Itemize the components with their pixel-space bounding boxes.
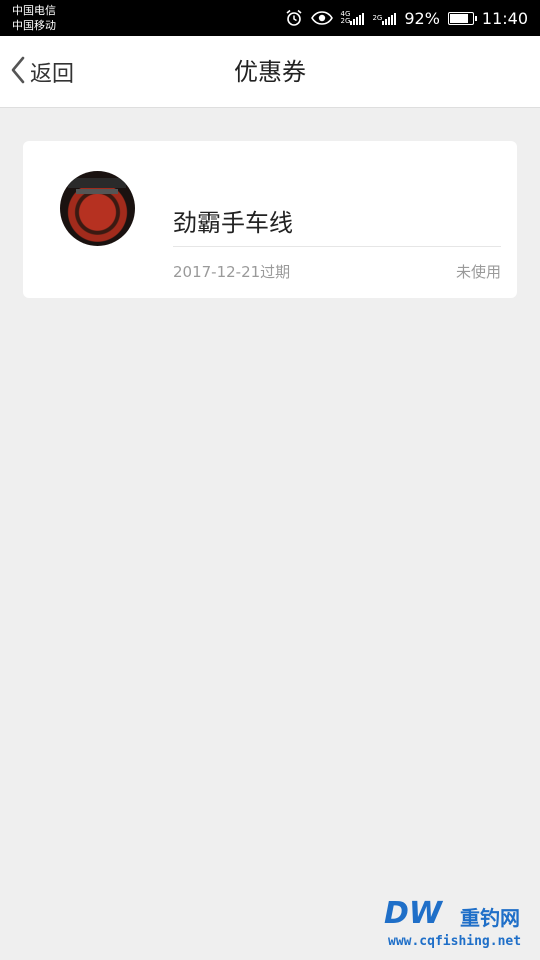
watermark-url: www.cqfishing.net	[388, 934, 522, 949]
coupon-card[interactable]: 劲霸手车线 2017-12-21过期 未使用	[23, 141, 517, 298]
alarm-icon	[285, 9, 303, 27]
divider	[173, 246, 501, 247]
product-thumbnail	[60, 171, 135, 246]
carrier-info: 中国电信 中国移动	[12, 3, 56, 33]
chevron-left-icon	[8, 55, 28, 89]
carrier-2: 中国移动	[12, 19, 56, 32]
watermark-logo: DW	[384, 896, 442, 931]
back-label: 返回	[30, 62, 75, 87]
status-bar: 中国电信 中国移动 4G 2G 2G 92% 11:40	[0, 0, 540, 36]
page-title: 优惠券	[234, 58, 306, 86]
clock: 11:40	[481, 8, 528, 28]
watermark-name: 重钓网	[460, 906, 520, 930]
back-button[interactable]: 返回	[8, 36, 74, 108]
carrier-1: 中国电信	[12, 4, 56, 17]
coupon-expiry: 2017-12-21过期	[173, 263, 291, 281]
battery-icon	[447, 11, 477, 25]
status-icons: 4G 2G 2G 92% 11:40	[285, 0, 528, 36]
watermark: DW 重钓网 www.cqfishing.net	[384, 896, 532, 954]
battery-fill	[449, 13, 468, 23]
nav-bar: 优惠券 返回	[0, 36, 540, 108]
net-2: 2G	[372, 13, 383, 22]
net-1-bottom: 2G	[340, 17, 351, 25]
eye-icon	[310, 10, 333, 26]
signal-icon-1: 4G 2G	[341, 11, 365, 25]
signal-icon-2: 2G	[372, 11, 397, 25]
coupon-name: 劲霸手车线	[173, 209, 293, 237]
battery-percent: 92%	[404, 8, 440, 28]
coupon-status: 未使用	[455, 263, 501, 281]
